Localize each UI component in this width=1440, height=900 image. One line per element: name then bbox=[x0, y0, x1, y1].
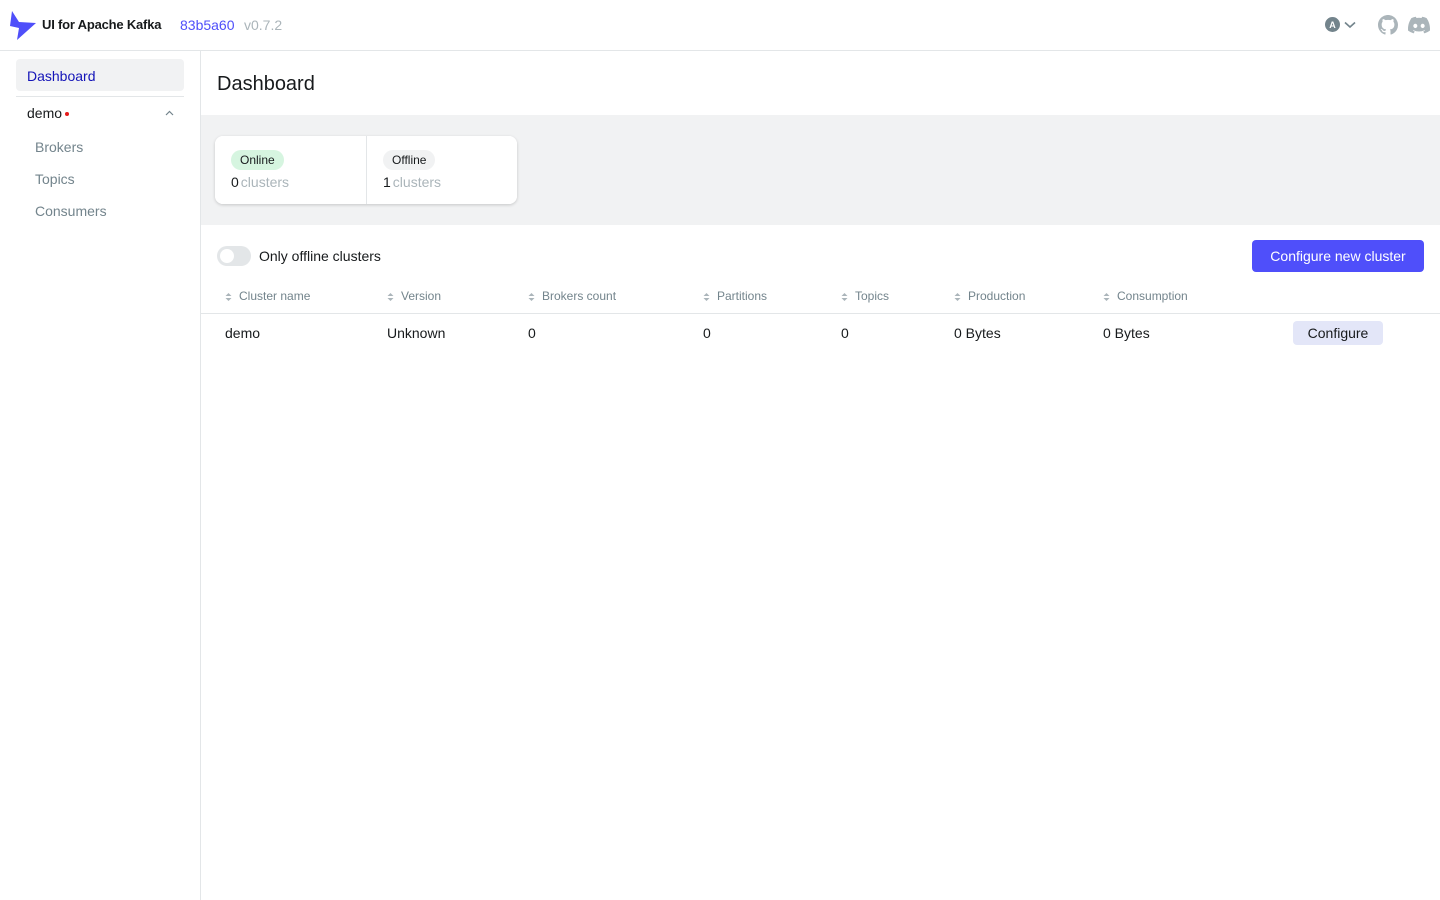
online-tag: Online bbox=[231, 150, 284, 170]
column-header-label: Brokers count bbox=[542, 289, 617, 304]
cell-cluster-name: demo bbox=[225, 325, 261, 342]
column-header-partitions[interactable]: Partitions bbox=[703, 280, 841, 314]
chevron-down-icon bbox=[1344, 21, 1356, 28]
online-count-value: 0 bbox=[231, 174, 239, 190]
cell-topics: 0 bbox=[841, 325, 849, 342]
sort-icon bbox=[841, 293, 848, 302]
sidebar-divider bbox=[16, 96, 184, 97]
sidebar-item-topics[interactable]: Topics bbox=[35, 171, 75, 187]
column-header-label: Cluster name bbox=[239, 289, 311, 304]
main-content: Dashboard Online 0 clusters Offline 1 clus… bbox=[201, 51, 1440, 900]
cell-partitions: 0 bbox=[703, 325, 711, 342]
configure-cluster-button[interactable]: Configure bbox=[1293, 321, 1383, 346]
column-header-consumption[interactable]: Consumption bbox=[1103, 280, 1293, 314]
column-header-topics[interactable]: Topics bbox=[841, 280, 954, 314]
sort-icon bbox=[954, 293, 961, 302]
logo-icon[interactable] bbox=[10, 11, 36, 40]
cell-brokers-count: 0 bbox=[528, 325, 536, 342]
offline-count-unit: clusters bbox=[392, 174, 442, 190]
column-header-actions bbox=[1293, 280, 1440, 314]
only-offline-toggle[interactable] bbox=[217, 246, 251, 266]
user-menu[interactable]: A bbox=[1325, 17, 1356, 32]
cluster-status-dot bbox=[65, 112, 70, 117]
commit-link[interactable]: 83b5a60 bbox=[180, 17, 235, 33]
sort-icon bbox=[1103, 293, 1110, 302]
version-label: v0.7.2 bbox=[244, 17, 283, 33]
column-header-production[interactable]: Production bbox=[954, 280, 1103, 314]
sort-icon bbox=[225, 293, 232, 302]
page-title: Dashboard bbox=[217, 73, 315, 95]
sidebar-item-dashboard[interactable]: Dashboard bbox=[16, 59, 184, 91]
sort-icon bbox=[528, 293, 535, 302]
online-count: 0 clusters bbox=[231, 174, 366, 190]
chevron-up-icon[interactable] bbox=[165, 110, 174, 116]
table-row: demo Unknown 0 0 0 0 Bytes 0 Bytes Confi… bbox=[201, 313, 1440, 353]
column-header-cluster-name[interactable]: Cluster name bbox=[201, 280, 387, 314]
offline-filter: Only offline clusters bbox=[217, 246, 381, 266]
column-header-version[interactable]: Version bbox=[387, 280, 528, 314]
column-header-label: Version bbox=[401, 289, 442, 304]
online-count-unit: clusters bbox=[240, 174, 290, 190]
metric-offline: Offline 1 clusters bbox=[366, 136, 517, 204]
sidebar-cluster-demo[interactable]: demo bbox=[16, 101, 184, 127]
only-offline-label: Only offline clusters bbox=[259, 248, 381, 264]
column-header-label: Production bbox=[968, 289, 1026, 304]
clusters-table: Cluster name Version Brokers count Parti… bbox=[201, 280, 1440, 353]
cell-production: 0 Bytes bbox=[954, 325, 1001, 342]
metrics-panel: Online 0 clusters Offline 1 clusters bbox=[201, 115, 1440, 225]
sidebar: Dashboard demo Brokers Topics Consumers bbox=[0, 51, 201, 900]
cell-actions: Configure bbox=[1293, 313, 1440, 353]
configure-new-cluster-button[interactable]: Configure new cluster bbox=[1252, 240, 1424, 272]
metric-online: Online 0 clusters bbox=[215, 136, 366, 204]
metrics-card-group: Online 0 clusters Offline 1 clusters bbox=[215, 136, 517, 204]
sidebar-item-brokers[interactable]: Brokers bbox=[35, 139, 83, 155]
brand-title[interactable]: UI for Apache Kafka bbox=[42, 17, 161, 32]
column-header-label: Topics bbox=[855, 289, 890, 304]
toggle-knob bbox=[220, 249, 234, 263]
discord-icon[interactable] bbox=[1408, 15, 1430, 35]
column-header-brokers-count[interactable]: Brokers count bbox=[528, 280, 703, 314]
sort-icon bbox=[387, 293, 394, 302]
cell-consumption: 0 Bytes bbox=[1103, 325, 1150, 342]
sort-icon bbox=[703, 293, 710, 302]
table-header-row: Cluster name Version Brokers count Parti… bbox=[201, 280, 1440, 314]
cell-version: Unknown bbox=[387, 325, 446, 342]
sidebar-item-consumers[interactable]: Consumers bbox=[35, 203, 107, 219]
cluster-name: demo bbox=[27, 105, 63, 121]
avatar-icon: A bbox=[1325, 17, 1340, 32]
github-icon[interactable] bbox=[1378, 15, 1398, 35]
offline-tag: Offline bbox=[383, 150, 436, 170]
offline-count-value: 1 bbox=[383, 174, 391, 190]
column-header-label: Partitions bbox=[717, 289, 768, 304]
column-header-label: Consumption bbox=[1117, 289, 1188, 304]
offline-count: 1 clusters bbox=[383, 174, 517, 190]
top-navbar: UI for Apache Kafka 83b5a60 v0.7.2 A bbox=[0, 0, 1440, 51]
